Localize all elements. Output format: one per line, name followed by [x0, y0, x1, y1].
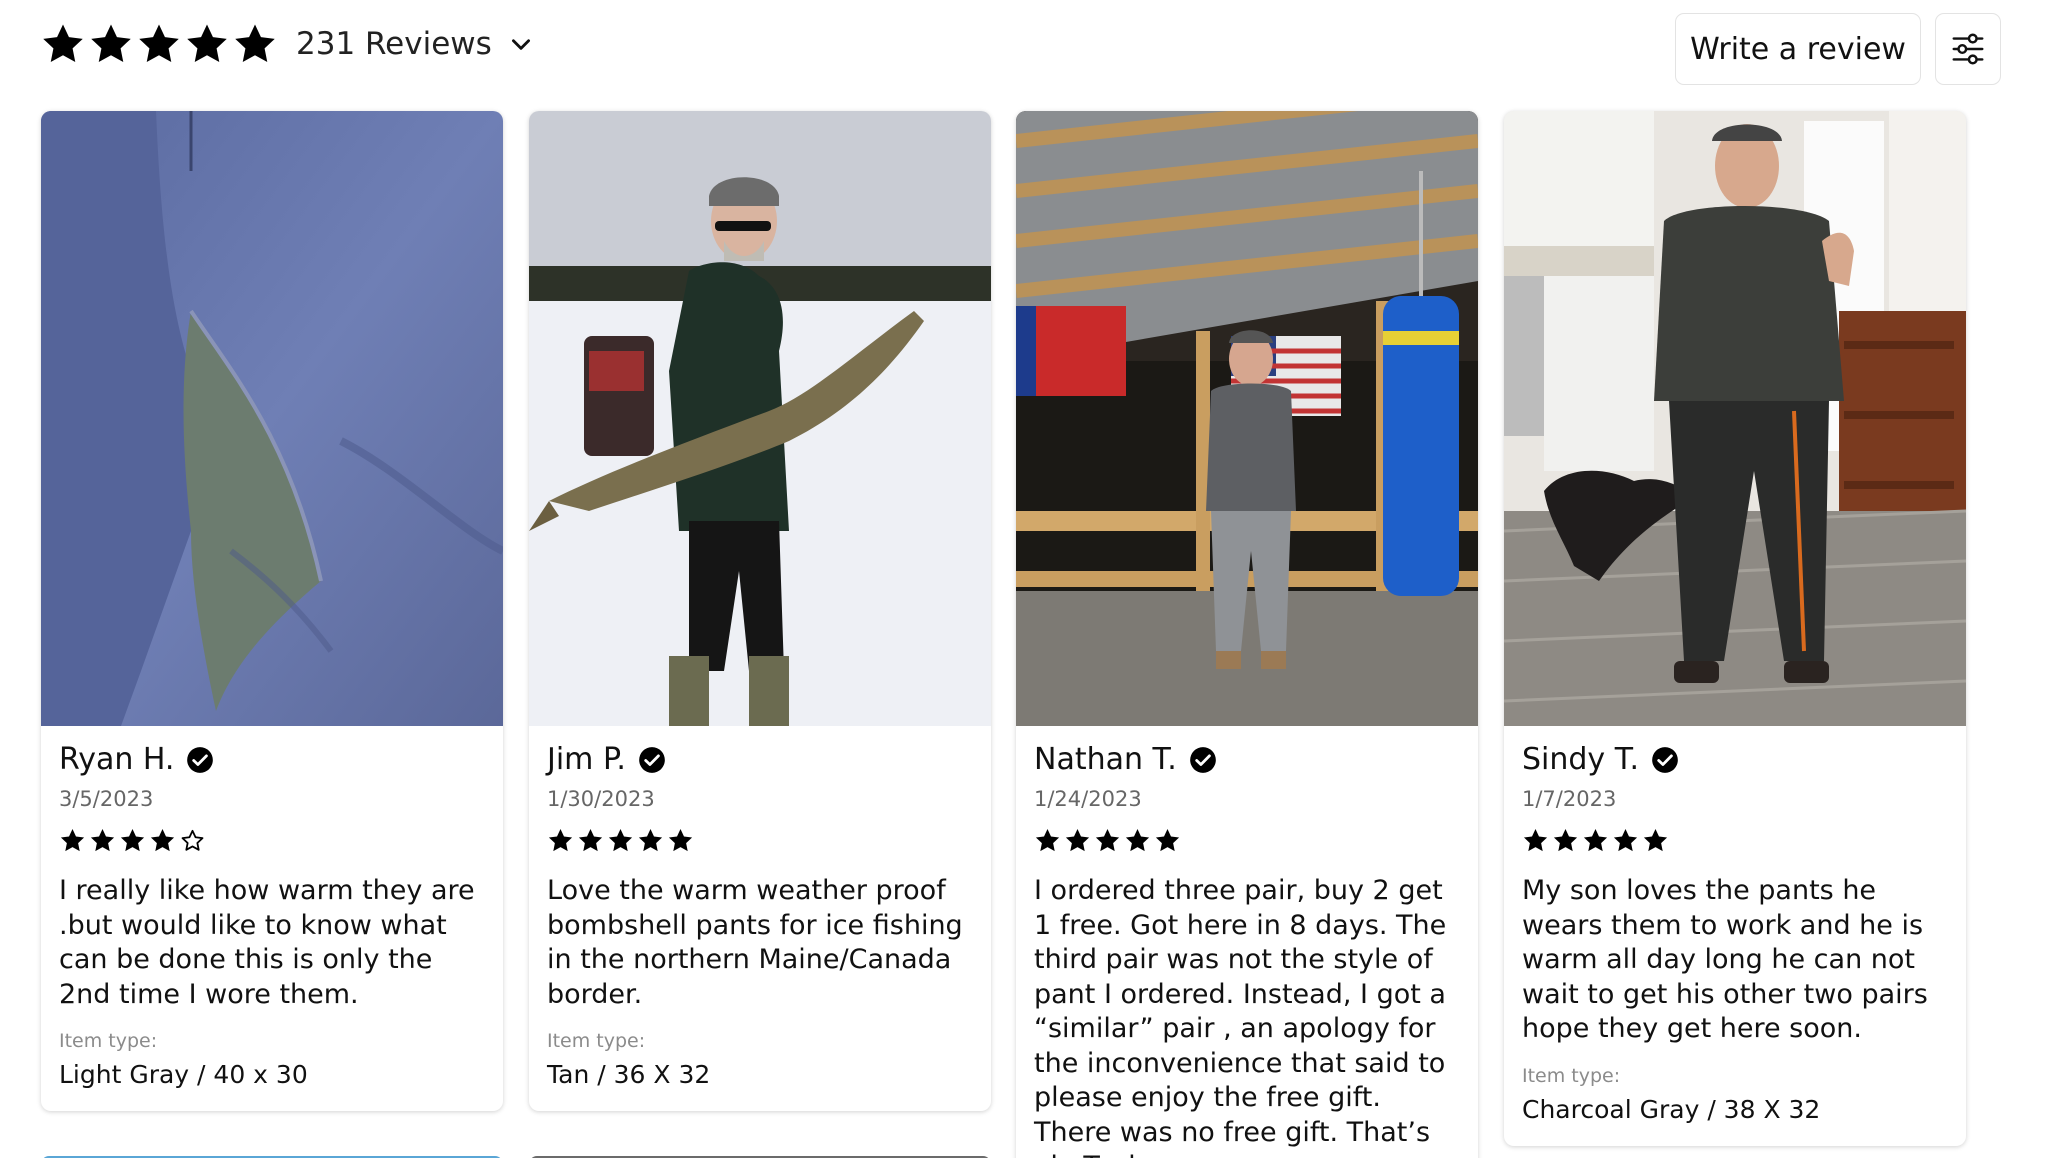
- star-icon: [1642, 827, 1669, 854]
- rating-summary[interactable]: 231 Reviews: [40, 12, 534, 76]
- review-photo[interactable]: [1504, 111, 1966, 726]
- star-icon: [149, 827, 176, 854]
- item-type-label: Item type:: [547, 1030, 646, 1052]
- review-rating: [1034, 827, 1460, 854]
- star-icon: [1124, 827, 1151, 854]
- review-photo[interactable]: [529, 111, 991, 726]
- star-outline-icon: [179, 827, 206, 854]
- star-icon: [1612, 827, 1639, 854]
- verified-check-icon: [1189, 746, 1217, 774]
- star-icon: [1154, 827, 1181, 854]
- star-icon: [88, 21, 134, 67]
- item-type-value: Light Gray / 40 x 30: [59, 1060, 308, 1089]
- star-icon: [637, 827, 664, 854]
- review-card: Jim P. 1/30/2023 Love the warm weather p…: [529, 111, 991, 1111]
- verified-check-icon: [1651, 746, 1679, 774]
- star-icon: [119, 827, 146, 854]
- review-date: 1/30/2023: [547, 787, 655, 811]
- star-icon: [1034, 827, 1061, 854]
- review-date: 1/7/2023: [1522, 787, 1617, 811]
- star-icon: [184, 21, 230, 67]
- star-icon: [136, 21, 182, 67]
- reviewer-name: Sindy T.: [1522, 742, 1640, 777]
- verified-check-icon: [638, 746, 666, 774]
- star-icon: [667, 827, 694, 854]
- review-text: I ordered three pair, buy 2 get 1 free. …: [1034, 875, 1447, 1158]
- star-icon: [89, 827, 116, 854]
- filter-button[interactable]: [1935, 13, 2001, 85]
- item-type-label: Item type:: [59, 1030, 158, 1052]
- reviewer-name: Ryan H.: [59, 742, 175, 777]
- overall-rating-stars: [40, 21, 278, 67]
- review-count[interactable]: 231 Reviews: [296, 26, 492, 62]
- review-text: Love the warm weather proof bombshell pa…: [547, 875, 963, 1010]
- star-icon: [1582, 827, 1609, 854]
- reviewer-name: Jim P.: [547, 742, 626, 777]
- star-icon: [40, 21, 86, 67]
- review-text: I really like how warm they are .but wou…: [59, 875, 475, 1010]
- review-text: My son loves the pants he wears them to …: [1522, 875, 1928, 1044]
- review-card: Ryan H. 3/5/2023 I really like how warm …: [41, 111, 503, 1111]
- star-icon: [1064, 827, 1091, 854]
- review-date: 3/5/2023: [59, 787, 154, 811]
- star-icon: [1094, 827, 1121, 854]
- review-date: 1/24/2023: [1034, 787, 1142, 811]
- star-icon: [59, 827, 86, 854]
- reviewer-name: Nathan T.: [1034, 742, 1177, 777]
- star-icon: [1522, 827, 1549, 854]
- write-review-button[interactable]: Write a review: [1675, 13, 1921, 85]
- item-type-value: Charcoal Gray / 38 X 32: [1522, 1094, 1821, 1124]
- review-card: Nathan T. 1/24/2023 I ordered three pair…: [1016, 111, 1478, 1158]
- review-rating: [547, 827, 973, 854]
- review-rating: [59, 827, 485, 854]
- item-type-value: Tan / 36 X 32: [547, 1060, 711, 1089]
- item-type-label: Item type:: [1522, 1064, 1621, 1087]
- star-icon: [577, 827, 604, 854]
- verified-check-icon: [186, 746, 214, 774]
- star-icon: [232, 21, 278, 67]
- review-photo[interactable]: [41, 111, 503, 726]
- sliders-icon: [1952, 33, 1984, 65]
- review-photo[interactable]: [1016, 111, 1478, 726]
- star-icon: [1552, 827, 1579, 854]
- star-icon: [547, 827, 574, 854]
- chevron-down-icon[interactable]: [508, 31, 534, 57]
- star-icon: [607, 827, 634, 854]
- reviews-header: 231 Reviews Write a review: [40, 12, 2064, 85]
- review-rating: [1522, 827, 1948, 854]
- review-card: Sindy T. 1/7/2023 My son loves the pants…: [1504, 111, 1966, 1146]
